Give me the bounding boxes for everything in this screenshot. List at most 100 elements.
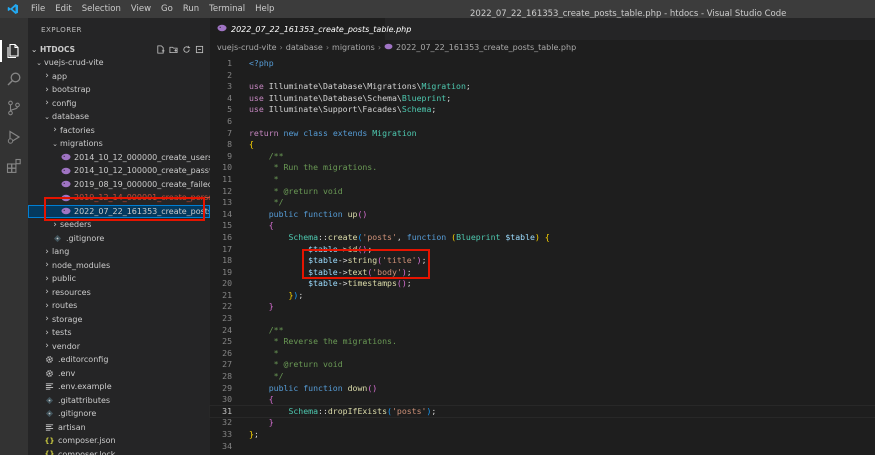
collapse-all-icon[interactable]	[195, 45, 204, 54]
code-line[interactable]: 9 /**	[210, 151, 875, 163]
menu-view[interactable]: View	[126, 4, 156, 14]
gear-icon	[44, 369, 55, 378]
code-line[interactable]: 11 *	[210, 174, 875, 186]
code-line[interactable]: 26 *	[210, 348, 875, 360]
code-line[interactable]: 21 });	[210, 290, 875, 302]
code-line[interactable]: 19 $table->text('body');	[210, 267, 875, 279]
code-line[interactable]: 1 <?php	[210, 58, 875, 70]
code-line[interactable]: 23	[210, 313, 875, 325]
code-line[interactable]: 6	[210, 116, 875, 128]
tree-folder[interactable]: › seeders	[28, 218, 210, 232]
code-text: use Illuminate\Database\Migrations\Migra…	[249, 81, 471, 93]
tree-file[interactable]: .gitattributes	[28, 394, 210, 408]
menu-run[interactable]: Run	[178, 4, 204, 14]
code-line[interactable]: 31 Schema::dropIfExists('posts');	[209, 404, 875, 419]
tree-folder[interactable]: › factories	[28, 124, 210, 138]
tree-folder[interactable]: › storage	[28, 313, 210, 327]
tree-folder[interactable]: › node_modules	[28, 259, 210, 273]
new-folder-icon[interactable]	[169, 45, 178, 54]
code-token: ::	[318, 405, 328, 416]
tree-folder[interactable]: › config	[28, 97, 210, 111]
breadcrumb-item-database[interactable]: database	[286, 43, 323, 52]
menu-selection[interactable]: Selection	[77, 4, 126, 14]
tree-file[interactable]: 2019_12_14_000001_create_personal_a...	[28, 191, 210, 205]
tree-item-label: bootstrap	[52, 85, 91, 95]
search-icon[interactable]	[6, 71, 22, 87]
code-line[interactable]: 4 use Illuminate\Database\Schema\Blueprin…	[210, 93, 875, 105]
code-line[interactable]: 15 {	[210, 220, 875, 232]
php-elephant-icon	[60, 207, 71, 216]
tree-folder[interactable]: ⌄ migrations	[28, 137, 210, 151]
code-line[interactable]: 30 {	[210, 394, 875, 406]
menu-file[interactable]: File	[26, 4, 50, 14]
tree-file[interactable]: 2014_10_12_000000_create_users_tabl...	[28, 151, 210, 165]
code-editor[interactable]: 1 <?php 2 3 use Illuminate\Database\Migratio…	[209, 58, 875, 453]
code-line[interactable]: 14 public function up()	[210, 209, 875, 221]
code-line[interactable]: 34	[210, 441, 875, 453]
tree-file[interactable]: artisan	[28, 421, 210, 435]
code-line[interactable]: 10 * Run the migrations.	[210, 162, 875, 174]
workspace-section-header[interactable]: ⌄ HTDOCS	[28, 42, 210, 56]
tab-active-file[interactable]: 2022_07_22_161353_create_posts_table.php	[210, 18, 411, 40]
tree-file[interactable]: {} composer.json	[28, 434, 210, 448]
tree-folder[interactable]: › lang	[28, 245, 210, 259]
run-debug-icon[interactable]	[6, 129, 22, 145]
tree-folder[interactable]: › tests	[28, 326, 210, 340]
breadcrumb-item-project[interactable]: vuejs-crud-vite	[217, 43, 277, 52]
refresh-icon[interactable]	[182, 45, 191, 54]
line-number: 17	[222, 243, 232, 254]
code-token: /**	[249, 324, 284, 335]
tree-folder[interactable]: ⌄ database	[28, 110, 210, 124]
tree-file[interactable]: .gitignore	[28, 232, 210, 246]
code-line[interactable]: 28 */	[210, 371, 875, 383]
tree-file[interactable]: .editorconfig	[28, 353, 210, 367]
tree-folder[interactable]: › public	[28, 272, 210, 286]
code-token: ;	[465, 81, 471, 92]
tree-file[interactable]: 2022_07_22_161353_create_posts_tabl...	[28, 204, 210, 218]
tree-folder[interactable]: › bootstrap	[28, 83, 210, 97]
new-file-icon[interactable]	[156, 44, 165, 54]
tree-folder[interactable]: › vendor	[28, 340, 210, 354]
extensions-icon[interactable]	[6, 158, 22, 174]
tree-folder[interactable]: › routes	[28, 299, 210, 313]
code-line[interactable]: 27 * @return void	[210, 359, 875, 371]
code-line[interactable]: 24 /**	[210, 325, 875, 337]
code-line[interactable]: 32 }	[210, 417, 875, 429]
menu-edit[interactable]: Edit	[50, 4, 76, 14]
code-line[interactable]: 25 * Reverse the migrations.	[210, 336, 875, 348]
code-line[interactable]: 18 $table->string('title');	[210, 255, 875, 267]
code-line[interactable]: 5 use Illuminate\Support\Facades\Schema;	[210, 104, 875, 116]
tree-folder[interactable]: › resources	[28, 286, 210, 300]
tree-file[interactable]: .env.example	[28, 380, 210, 394]
code-line[interactable]: 3 use Illuminate\Database\Migrations\Migr…	[210, 81, 875, 93]
code-line[interactable]: 2	[210, 70, 875, 82]
files-icon[interactable]	[6, 43, 22, 59]
chevron-right-icon: ›	[45, 71, 49, 82]
tree-file[interactable]: .env	[28, 367, 210, 381]
code-line[interactable]: 8{	[210, 139, 875, 151]
code-line[interactable]: 7 return new class extends Migration	[210, 128, 875, 140]
breadcrumb-item-file[interactable]: 2022_07_22_161353_create_posts_table.php	[396, 43, 576, 52]
code-text: */	[249, 371, 284, 383]
code-line[interactable]: 29 public function down()	[210, 383, 875, 395]
tree-file[interactable]: 2014_10_12_100000_create_password_...	[28, 164, 210, 178]
source-control-icon[interactable]	[6, 100, 22, 116]
tree-folder[interactable]: ⌄ vuejs-crud-vite	[28, 56, 210, 70]
menu-terminal[interactable]: Terminal	[204, 4, 250, 14]
menu-help[interactable]: Help	[250, 4, 279, 14]
code-line[interactable]: 22 }	[210, 301, 875, 313]
tree-file[interactable]: 2019_08_19_000000_create_failed_jobs...	[28, 178, 210, 192]
vscode-logo-icon[interactable]	[0, 0, 26, 18]
code-line[interactable]: 20 $table->timestamps();	[210, 278, 875, 290]
line-number: 21	[222, 289, 232, 300]
code-line[interactable]: 12 * @return void	[210, 186, 875, 198]
menu-go[interactable]: Go	[156, 4, 178, 14]
code-line[interactable]: 17 $table->id();	[210, 244, 875, 256]
tree-file[interactable]: .gitignore	[28, 407, 210, 421]
code-line[interactable]: 16 Schema::create('posts', function (Blu…	[210, 232, 875, 244]
code-line[interactable]: 13 */	[210, 197, 875, 209]
tree-file[interactable]: {} composer.lock	[28, 448, 210, 455]
tree-folder[interactable]: › app	[28, 70, 210, 84]
breadcrumb-item-migrations[interactable]: migrations	[332, 43, 375, 52]
code-line[interactable]: 33};	[210, 429, 875, 441]
